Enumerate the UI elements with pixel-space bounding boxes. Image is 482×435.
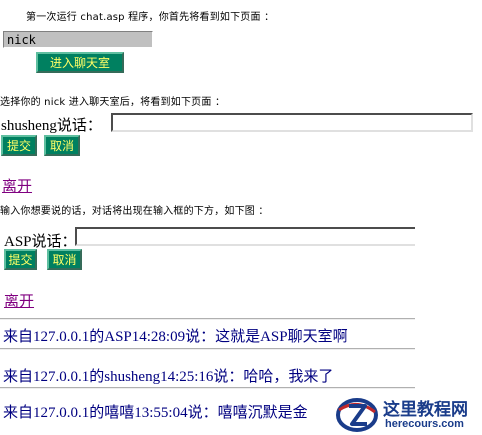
chat-message: 来自127.0.0.1的ASP14:28:09说：这就是ASP聊天室啊: [3, 329, 348, 345]
watermark-title: 这里教程网: [383, 400, 468, 419]
logo-icon: [336, 398, 378, 432]
divider: [0, 318, 415, 320]
divider: [0, 387, 415, 389]
intro-text-1: 第一次运行 chat.asp 程序，你首先将看到如下页面 ：: [26, 12, 275, 23]
leave-link[interactable]: 离开: [4, 290, 34, 311]
speaker-label: shusheng说话：: [1, 118, 102, 134]
cancel-button[interactable]: 取消: [44, 135, 80, 156]
divider: [0, 348, 415, 350]
message-input[interactable]: [75, 227, 415, 246]
nick-input[interactable]: [3, 31, 153, 48]
leave-link[interactable]: 离开: [2, 175, 32, 196]
speaker-label: ASP说话：: [4, 234, 77, 250]
intro-text-3: 输入你想要说的话，对话将出现在输入框的下方，如下图 ：: [0, 206, 269, 217]
message-input[interactable]: [111, 113, 473, 132]
watermark-url: herecours.com: [385, 418, 464, 430]
cancel-button[interactable]: 取消: [47, 249, 82, 270]
enter-chatroom-button[interactable]: 进入聊天室: [36, 52, 124, 73]
intro-text-2: 选择你的 nick 进入聊天室后，将看到如下页面 ：: [0, 97, 226, 108]
chat-message: 来自127.0.0.1的嘻嘻13:55:04说：嘻嘻沉默是金: [3, 405, 308, 421]
submit-button[interactable]: 提交: [4, 249, 37, 270]
submit-button[interactable]: 提交: [1, 135, 37, 156]
chat-message: 来自127.0.0.1的shusheng14:25:16说：哈哈，我来了: [3, 369, 334, 385]
watermark: 这里教程网 herecours.com: [333, 392, 482, 435]
